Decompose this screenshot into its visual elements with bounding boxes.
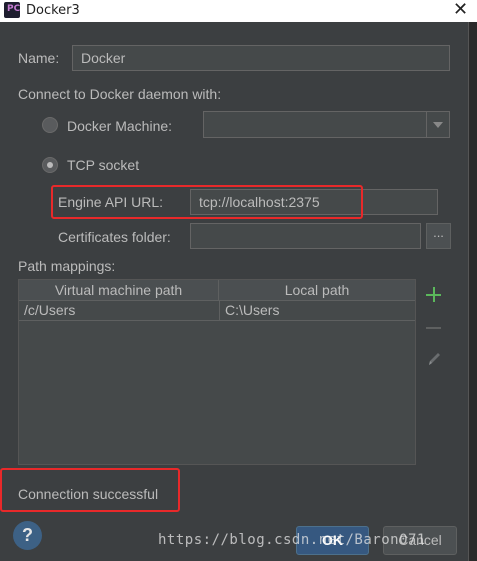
highlight-box-engine-url: [51, 185, 363, 219]
background-window-edge: [468, 22, 477, 561]
close-button[interactable]: ✕: [444, 0, 477, 22]
browse-button[interactable]: ...: [426, 223, 451, 249]
watermark: https://blog.csdn.net/Baron071: [158, 532, 426, 548]
help-button[interactable]: ?: [13, 521, 42, 550]
certificates-label: Certificates folder:: [58, 229, 171, 245]
chevron-down-icon[interactable]: [426, 112, 449, 137]
app-icon: PC: [4, 2, 20, 18]
docker-machine-radio[interactable]: [42, 117, 58, 133]
path-mappings-table[interactable]: Virtual machine path Local path /c/Users…: [18, 279, 416, 465]
certificates-folder-field[interactable]: [190, 223, 421, 249]
table-cell-local-path[interactable]: C:\Users: [219, 300, 415, 320]
docker-machine-label: Docker Machine:: [67, 118, 173, 134]
column-header-local-path[interactable]: Local path: [219, 280, 415, 301]
name-field[interactable]: Docker: [72, 45, 450, 71]
minus-icon[interactable]: [426, 327, 441, 329]
highlight-box-status: [0, 468, 180, 512]
docker-machine-select[interactable]: [203, 111, 450, 138]
tcp-socket-radio[interactable]: [42, 157, 58, 173]
pencil-icon[interactable]: [426, 350, 442, 368]
window-title: Docker3: [26, 3, 80, 18]
title-bar: PC Docker3 ✕: [0, 0, 477, 22]
table-cell-vm-path[interactable]: /c/Users: [19, 300, 219, 320]
connect-label: Connect to Docker daemon with:: [18, 86, 222, 102]
row-divider: [19, 320, 415, 321]
plus-icon[interactable]: [424, 285, 444, 305]
path-mappings-label: Path mappings:: [18, 258, 116, 274]
name-label: Name:: [18, 50, 60, 66]
column-header-vm-path[interactable]: Virtual machine path: [19, 280, 219, 301]
tcp-socket-label: TCP socket: [67, 157, 140, 173]
